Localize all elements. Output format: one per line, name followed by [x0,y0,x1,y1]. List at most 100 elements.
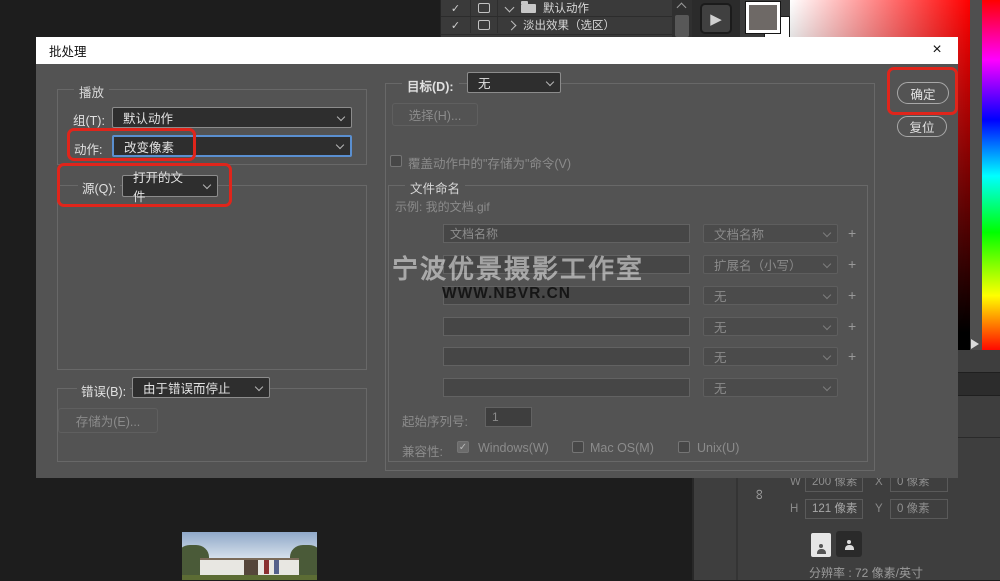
add-naming-token-icon[interactable]: + [848,318,856,334]
color-swatches [740,0,790,37]
file-naming-legend: 文件命名 [405,178,465,197]
photoshop-workspace: ✓ 默认动作 ✓ 淡出效果（选区） ▶ ∞ W 2 [0,0,1000,580]
file-naming-example: 示例: 我的文档.gif [395,198,490,215]
override-save-as-checkbox[interactable] [390,155,402,167]
landscape-icon [845,545,854,550]
compat-macos-checkbox[interactable] [572,441,584,453]
naming-input-6[interactable] [443,378,690,397]
naming-select-3-value: 无 [714,286,727,305]
destination-dropdown[interactable]: 无 [467,72,561,93]
portrait-icon [817,549,826,554]
naming-select-2-value: 扩展名（小写） [714,255,802,274]
actions-scrollbar[interactable] [672,0,692,37]
choose-button[interactable]: 选择(H)... [392,103,478,126]
panel-gap [970,0,982,352]
play-group-legend: 播放 [74,82,109,101]
orientation-portrait-button[interactable] [811,533,831,557]
close-icon[interactable]: × [926,39,948,61]
action-row-default-actions[interactable]: ✓ 默认动作 [441,0,673,16]
check-icon: ✓ [459,442,467,453]
chevron-down-icon [823,228,831,236]
chevron-down-icon [336,141,344,149]
add-naming-token-icon[interactable]: + [848,256,856,272]
play-action-button[interactable]: ▶ [700,3,732,34]
set-label: 组(T): [73,110,105,129]
compat-unix-checkbox[interactable] [678,441,690,453]
naming-input-5[interactable] [443,347,690,366]
naming-select-4[interactable]: 无 [703,317,838,336]
scrollbar-thumb[interactable] [675,15,689,37]
add-naming-token-icon[interactable]: + [848,348,856,364]
photo-banner [274,560,279,574]
chevron-down-icon [823,259,831,267]
naming-select-6[interactable]: 无 [703,378,838,397]
compat-macos-label: Mac OS(M) [590,441,654,455]
serial-input[interactable] [485,407,532,427]
resolution-readout: 分辨率 : 72 像素/英寸 [809,564,923,581]
error-dropdown[interactable]: 由于错误而停止 [132,377,270,398]
y-label: Y [875,503,883,515]
watermark-studio-name: 宁波优景摄影工作室 [392,249,644,286]
action-enabled-check-icon[interactable]: ✓ [441,17,471,33]
orientation-landscape-button[interactable] [836,531,862,557]
dialog-toggle-icon[interactable] [471,17,498,33]
error-dropdown-value: 由于错误而停止 [143,378,231,397]
compat-windows-label: Windows(W) [478,441,549,455]
naming-select-5[interactable]: 无 [703,347,838,366]
chevron-down-icon [255,382,263,390]
naming-select-1-value: 文档名称 [714,224,764,243]
height-field[interactable]: 121 像素 [805,499,863,519]
photo-grass [182,575,317,580]
naming-select-1[interactable]: 文档名称 [703,224,838,243]
add-naming-token-icon[interactable]: + [848,225,856,241]
document-thumbnail[interactable] [182,532,317,580]
panel-sub-divider [736,478,738,580]
source-group [57,185,367,370]
height-label: H [790,503,798,515]
destination-dropdown-value: 无 [478,73,491,92]
destination-label: 目标(D): [402,76,459,95]
naming-select-5-value: 无 [714,347,727,366]
watermark-url: WWW.NBVR.CN [442,285,571,303]
foreground-color-swatch[interactable] [746,2,780,33]
compat-label: 兼容性: [402,441,443,460]
row-divider [441,34,673,35]
hue-slider[interactable] [982,0,1000,352]
chevron-down-icon [337,112,345,120]
actions-panel: ✓ 默认动作 ✓ 淡出效果（选区） [440,0,672,37]
chevron-down-icon [823,290,831,298]
compat-unix-label: Unix(U) [697,441,739,455]
naming-input-1[interactable] [443,224,690,243]
actions-button-bar: ▶ [692,0,740,37]
chevron-right-icon[interactable] [507,20,517,30]
naming-select-2[interactable]: 扩展名（小写） [703,255,838,274]
action-set-label[interactable]: 默认动作 [543,0,589,16]
link-dimensions-icon[interactable]: ∞ [751,489,768,500]
dialog-titlebar[interactable]: 批处理 × [36,37,958,64]
action-enabled-check-icon[interactable]: ✓ [441,0,471,16]
error-label: 错误(B): [77,381,130,400]
annotation-box-action [67,128,196,161]
annotation-box-ok [887,67,958,115]
scroll-up-icon[interactable] [677,3,687,13]
reset-button[interactable]: 复位 [897,116,947,137]
annotation-box-source [57,163,232,207]
action-item-label[interactable]: 淡出效果（选区） [523,17,615,33]
naming-select-4-value: 无 [714,317,727,336]
play-icon: ▶ [710,10,722,28]
naming-input-4[interactable] [443,317,690,336]
chevron-down-icon[interactable] [505,2,515,12]
compat-windows-checkbox[interactable]: ✓ [457,441,469,453]
dialog-toggle-icon[interactable] [471,0,498,16]
naming-select-3[interactable]: 无 [703,286,838,305]
set-dropdown[interactable]: 默认动作 [112,107,352,128]
save-as-button[interactable]: 存储为(E)... [58,408,158,433]
naming-select-6-value: 无 [714,378,727,397]
photo-banner [264,560,269,574]
chevron-down-icon [823,321,831,329]
y-field[interactable]: 0 像素 [890,499,948,519]
chevron-down-icon [546,77,554,85]
hue-slider-marker[interactable] [971,339,979,349]
add-naming-token-icon[interactable]: + [848,287,856,303]
action-row-fade-effect[interactable]: ✓ 淡出效果（选区） [441,17,673,33]
